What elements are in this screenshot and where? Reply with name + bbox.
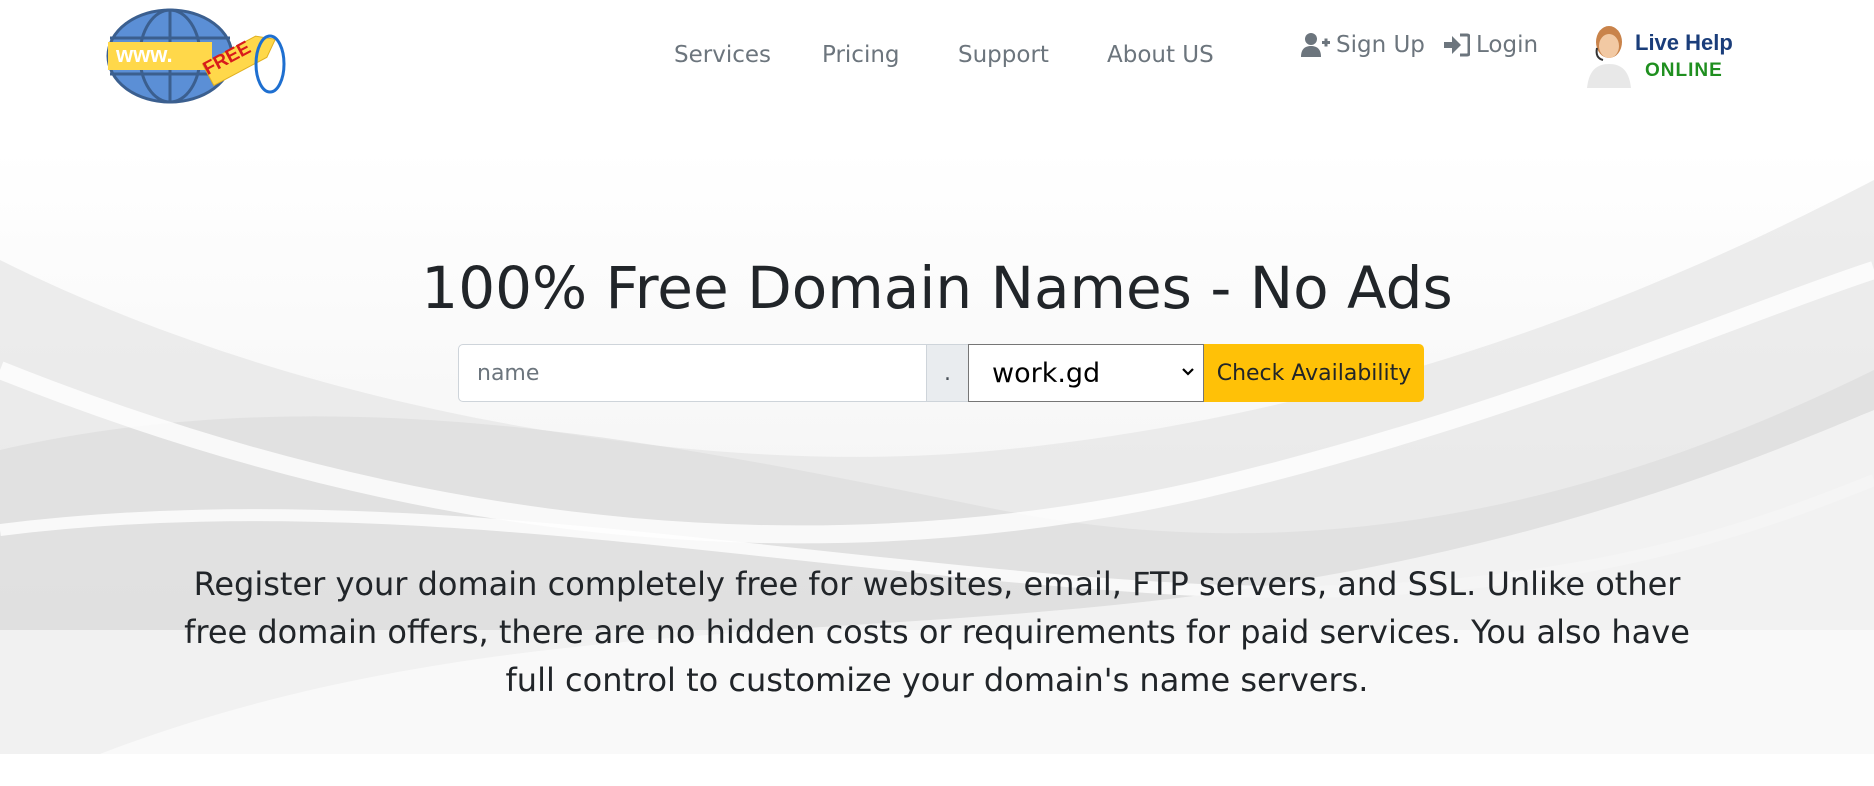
nav-support[interactable]: Support [958, 42, 1049, 68]
domain-name-input[interactable] [458, 344, 927, 402]
tld-select[interactable]: work.gd [968, 344, 1204, 402]
live-help-label: Live Help [1635, 30, 1733, 55]
online-status: ONLINE [1645, 60, 1723, 81]
nav-about-us[interactable]: About US [1107, 42, 1214, 68]
live-help-widget[interactable]: Live Help ONLINE [1583, 22, 1748, 88]
nav-services[interactable]: Services [674, 42, 771, 68]
hero-description: Register your domain completely free for… [184, 565, 1690, 699]
nav-pricing[interactable]: Pricing [822, 42, 900, 68]
page-title: 100% Free Domain Names - No Ads [421, 253, 1453, 322]
site-header: www. FREE Services Pricing Support About… [0, 0, 1874, 120]
chevron-down-icon [1182, 368, 1194, 376]
support-agent-icon [1587, 26, 1631, 88]
site-logo[interactable]: www. FREE [104, 6, 290, 108]
login-label: Login [1476, 32, 1539, 58]
signup-link[interactable]: Sign Up [1300, 32, 1425, 58]
login-link[interactable]: Login [1444, 32, 1538, 58]
sign-in-icon [1444, 33, 1470, 57]
logo-www-text: www. [116, 42, 173, 67]
tld-selected-value: work.gd [992, 357, 1101, 389]
user-plus-icon [1301, 33, 1330, 57]
signup-label: Sign Up [1336, 32, 1425, 58]
domain-search-bar: . work.gd Check Availability [458, 344, 1424, 402]
check-availability-button[interactable]: Check Availability [1204, 344, 1424, 402]
domain-separator: . [927, 344, 968, 402]
